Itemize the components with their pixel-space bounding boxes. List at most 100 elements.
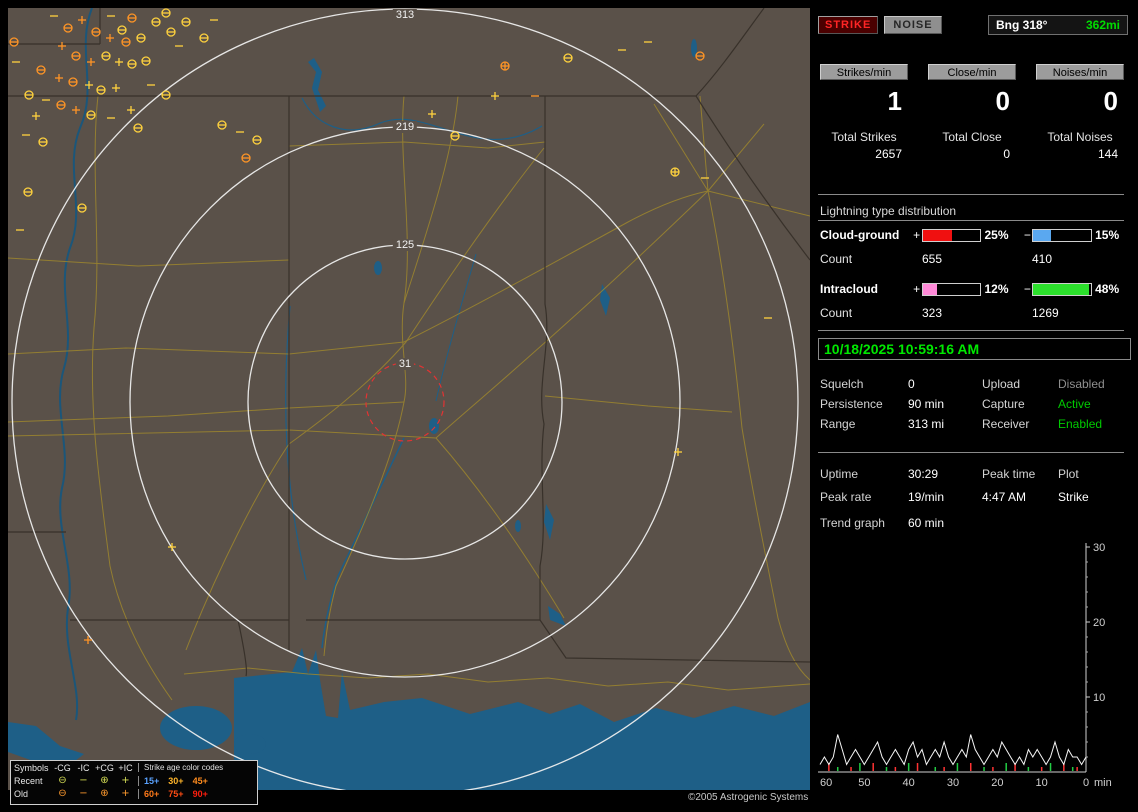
- upload-value: Disabled: [1058, 377, 1105, 391]
- bearing-distance: 362mi: [1085, 18, 1120, 32]
- trend-chart: 30 20 10 60 50 40 30 20 10 0 min: [818, 542, 1112, 789]
- peak-time-label: Peak time: [982, 467, 1036, 481]
- cg-positive-bar: [921, 228, 982, 242]
- count-label: Count: [820, 252, 853, 266]
- persistence-label: Persistence: [820, 397, 883, 411]
- minus-sign: −: [1023, 228, 1031, 242]
- upload-label: Upload: [982, 377, 1021, 391]
- legend-col-neg-cg: -CG: [54, 762, 71, 773]
- plus-sign: +: [913, 282, 921, 296]
- svg-text:20: 20: [991, 777, 1003, 789]
- svg-text:50: 50: [858, 777, 870, 789]
- status-grid: Squelch 0 Upload Disabled Persistence 90…: [820, 374, 1126, 434]
- noises-per-min-chip[interactable]: Noises/min: [1036, 64, 1124, 80]
- datetime-display: 10/18/2025 10:59:16 AM: [818, 338, 1131, 360]
- age-code: 15+: [144, 775, 160, 786]
- copyright-text: ©2005 Astrogenic Systems: [688, 792, 809, 803]
- range-label: Range: [820, 417, 856, 431]
- ic-negative-bar: [1032, 282, 1093, 296]
- cg-negative-bar: [1032, 228, 1093, 242]
- total-noises-label: Total Noises: [1047, 130, 1113, 144]
- intracloud-label: Intracloud: [820, 282, 879, 296]
- pos-ic-icon: +: [121, 774, 130, 786]
- strike-symbol: [500, 61, 510, 71]
- close-column: Close/min 0 Total Close 0: [928, 64, 1016, 161]
- total-close-label: Total Close: [942, 130, 1002, 144]
- range-ring-label-31: 31: [395, 358, 415, 370]
- divider: [818, 220, 1124, 221]
- radar-map[interactable]: 313 219 125 31: [7, 7, 811, 796]
- svg-text:30: 30: [1093, 542, 1105, 554]
- close-per-min-chip[interactable]: Close/min: [928, 64, 1016, 80]
- neg-ic-icon: −: [79, 774, 88, 786]
- ic-negative-count: 1269: [1032, 306, 1059, 320]
- svg-text:min: min: [1094, 777, 1112, 789]
- squelch-label: Squelch: [820, 377, 864, 391]
- legend-col-pos-cg: +CG: [95, 762, 114, 773]
- svg-text:10: 10: [1093, 692, 1105, 704]
- cg-count-row: Count 655 410: [820, 252, 1126, 266]
- ic-positive-bar: [921, 282, 982, 296]
- strikes-per-min-value: 1: [887, 86, 902, 116]
- peak-rate-value: 19/min: [908, 490, 945, 504]
- trend-graph: 30 20 10 60 50 40 30 20 10 0 min: [816, 538, 1132, 800]
- ic-positive-count: 323: [922, 306, 943, 320]
- bearing-label: Bng 318°: [996, 18, 1048, 32]
- capture-label: Capture: [982, 397, 1025, 411]
- ic-count-row: Count 323 1269: [820, 306, 1126, 320]
- minus-sign: −: [1023, 282, 1031, 296]
- squelch-value: 0: [908, 377, 915, 391]
- legend-age-header: Strike age color codes: [138, 763, 257, 772]
- ic-negative-pct: 48%: [1095, 282, 1120, 296]
- strike-legend: Symbols -CG -IC +CG +IC Strike age color…: [10, 760, 258, 805]
- legend-col-pos-ic: +IC: [118, 762, 133, 773]
- uptime-value: 30:29: [908, 467, 939, 481]
- legend-col-neg-ic: -IC: [77, 762, 90, 773]
- neg-cg-icon: ⊖: [58, 774, 67, 786]
- neg-ic-icon: −: [79, 787, 88, 799]
- uptime-label: Uptime: [820, 467, 859, 481]
- svg-text:60: 60: [820, 777, 832, 789]
- intracloud-row: Intracloud + 12% − 48%: [820, 282, 1126, 296]
- distribution-title: Lightning type distribution: [820, 204, 957, 218]
- svg-text:10: 10: [1036, 777, 1048, 789]
- plot-label: Plot: [1058, 467, 1079, 481]
- noises-column: Noises/min 0 Total Noises 144: [1036, 64, 1124, 161]
- trend-graph-label: Trend graph: [820, 516, 885, 530]
- range-value: 313 mi: [908, 417, 945, 431]
- pos-cg-icon: ⊕: [100, 774, 109, 786]
- total-noises-value: 144: [1097, 147, 1118, 161]
- bearing-display: Bng 318° 362mi: [988, 15, 1128, 35]
- ic-positive-pct: 12%: [984, 282, 1009, 296]
- svg-text:0: 0: [1083, 777, 1089, 789]
- legend-old-label: Old: [14, 788, 29, 799]
- legend-old-ages: 60+ 75+ 90+: [138, 788, 257, 799]
- strikes-column: Strikes/min 1 Total Strikes 2657: [820, 64, 908, 161]
- svg-text:30: 30: [947, 777, 959, 789]
- cloud-ground-row: Cloud-ground + 25% − 15%: [820, 228, 1126, 242]
- cloud-ground-label: Cloud-ground: [820, 228, 900, 242]
- cg-negative-count: 410: [1032, 252, 1053, 266]
- app-window: 313 219 125 31 Symbols -CG -IC +CG +IC S…: [0, 0, 1138, 812]
- age-code: 45+: [192, 775, 208, 786]
- plus-sign: +: [913, 228, 921, 242]
- divider: [818, 452, 1124, 453]
- total-strikes-value: 2657: [875, 147, 902, 161]
- svg-text:40: 40: [903, 777, 915, 789]
- receiver-label: Receiver: [982, 417, 1030, 431]
- count-label: Count: [820, 306, 853, 320]
- trend-period-value: 60 min: [908, 516, 945, 530]
- noise-button[interactable]: NOISE: [884, 16, 942, 34]
- strike-symbol: [670, 167, 680, 177]
- peak-time-value: 4:47 AM: [982, 490, 1027, 504]
- strikes-per-min-chip[interactable]: Strikes/min: [820, 64, 908, 80]
- persistence-value: 90 min: [908, 397, 945, 411]
- stats-grid: Uptime 30:29 Peak time Plot Peak rate 19…: [820, 463, 1126, 509]
- noises-per-min-value: 0: [1103, 86, 1118, 116]
- strike-button[interactable]: STRIKE: [818, 16, 878, 34]
- divider: [818, 330, 1124, 331]
- legend-recent-label: Recent: [14, 775, 43, 786]
- total-close-value: 0: [1003, 147, 1010, 161]
- range-ring-label-313: 313: [392, 9, 418, 21]
- age-code: 90+: [192, 788, 208, 799]
